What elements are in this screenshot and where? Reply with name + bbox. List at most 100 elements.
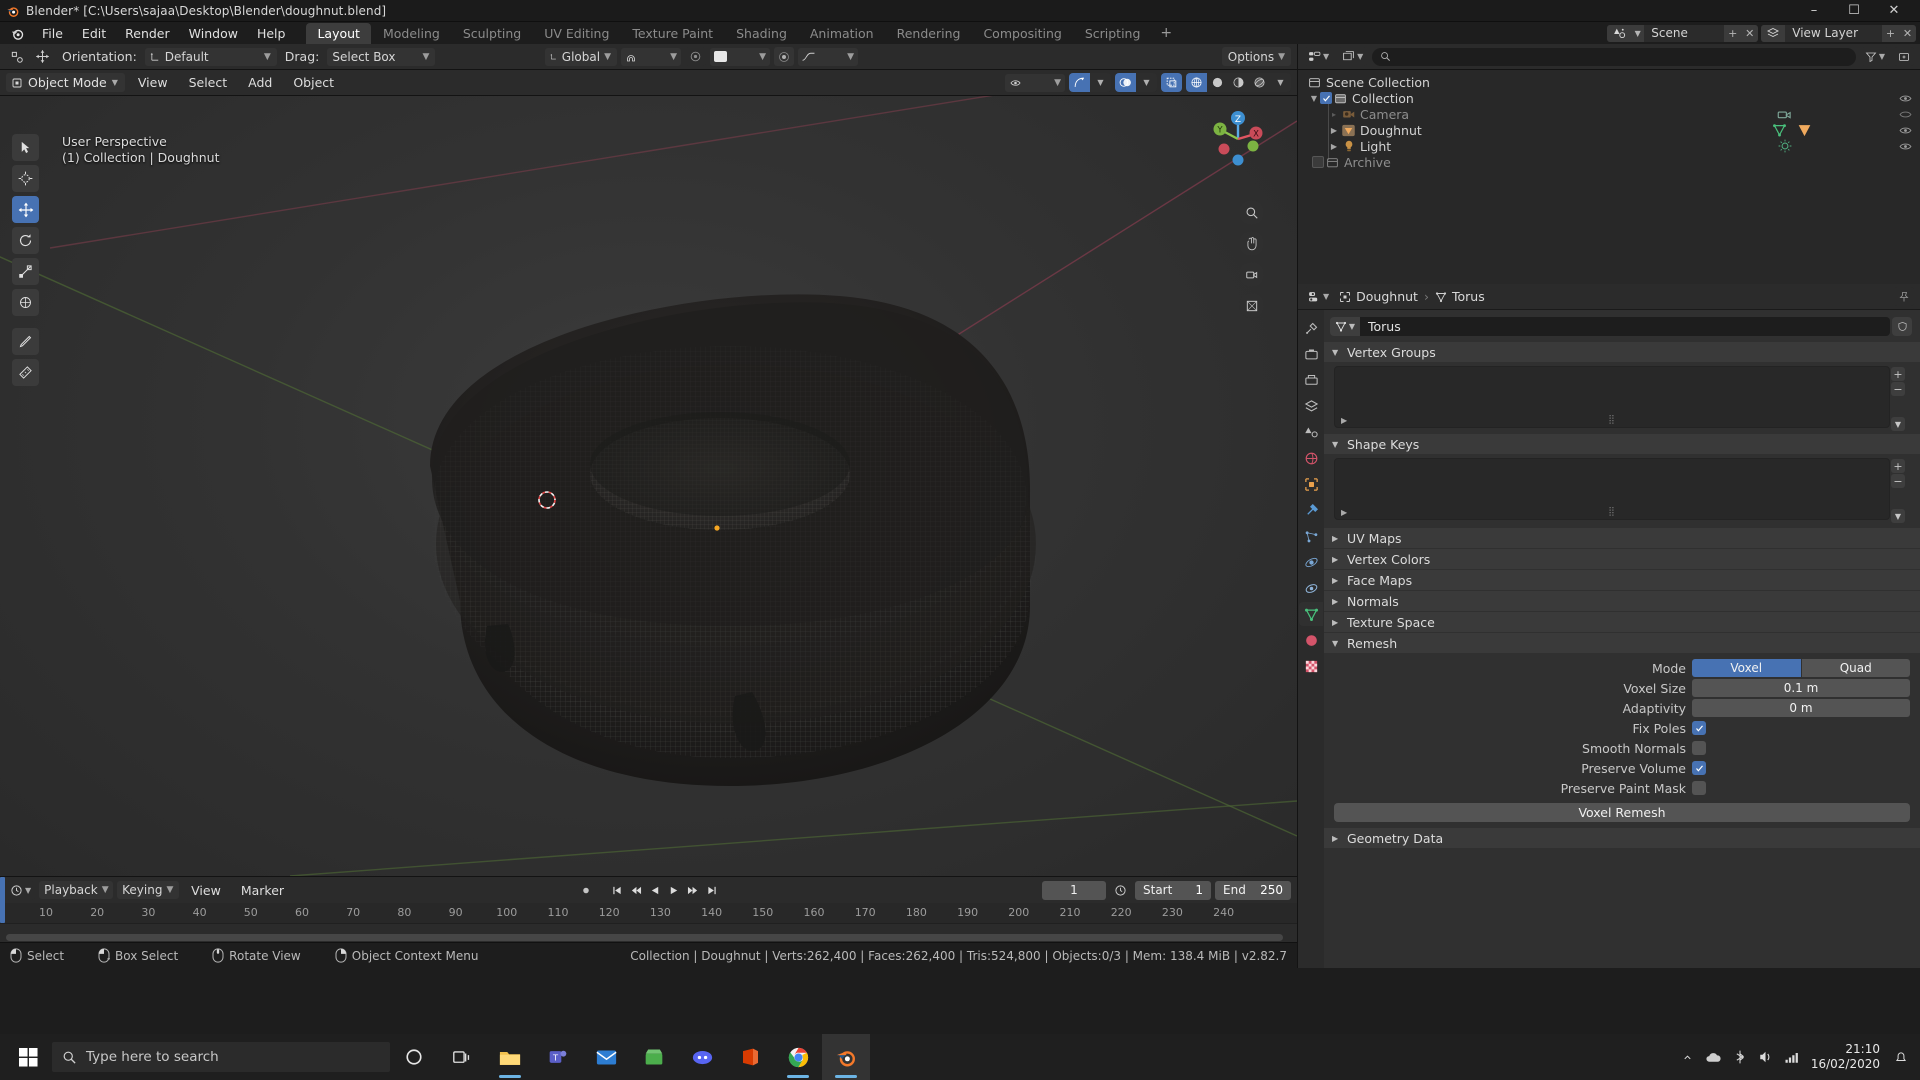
zoom-view-button[interactable] (1239, 200, 1264, 225)
tab-rendering[interactable]: Rendering (886, 23, 972, 44)
timeline-playhead[interactable] (0, 877, 5, 923)
list-gripper-icon[interactable]: ⣿ (1608, 507, 1616, 517)
blender-menu-icon[interactable] (10, 26, 25, 41)
tray-onedrive-icon[interactable] (1701, 1034, 1727, 1080)
doughnut-visibility-toggle[interactable] (1899, 125, 1912, 136)
panel-texture-space[interactable]: ▶ Texture Space (1324, 612, 1920, 632)
orientation-dropdown[interactable]: Default ▼ (144, 47, 277, 66)
preserve-volume-checkbox[interactable] (1692, 761, 1706, 775)
options-button[interactable]: Options ▼ (1221, 47, 1291, 66)
tab-physics[interactable] (1299, 550, 1323, 574)
outliner-row-collection[interactable]: ▼ Collection (1298, 90, 1920, 106)
current-frame-field[interactable]: 1 (1042, 880, 1106, 900)
preserve-paint-mask-checkbox[interactable] (1692, 781, 1706, 795)
tab-shading[interactable]: Shading (725, 23, 798, 44)
camera-visibility-toggle[interactable] (1899, 109, 1912, 120)
toggle-camera-view-button[interactable] (1239, 262, 1264, 287)
viewport-menu-object[interactable]: Object (285, 73, 342, 92)
taskbar-office-button[interactable] (726, 1034, 774, 1080)
navigation-gizmo[interactable]: Z Y X (1207, 108, 1269, 170)
voxel-remesh-button[interactable]: Voxel Remesh (1334, 803, 1910, 822)
remove-shape-key-button[interactable]: − (1891, 474, 1905, 488)
archive-checkbox[interactable] (1312, 156, 1324, 168)
tab-texture-paint[interactable]: Texture Paint (621, 23, 724, 44)
outliner-new-collection-icon[interactable] (1894, 47, 1914, 66)
adaptivity-field[interactable]: 0 m (1692, 699, 1910, 717)
overlays-dropdown[interactable]: ▼ (1136, 73, 1157, 92)
viewport-menu-view[interactable]: View (130, 73, 176, 92)
tab-world[interactable] (1299, 446, 1323, 470)
tab-modifiers[interactable] (1299, 498, 1323, 522)
tab-scene[interactable] (1299, 420, 1323, 444)
outliner-row-camera[interactable]: ▸ Camera (1298, 106, 1920, 122)
eye-icon[interactable] (1899, 125, 1912, 136)
jump-to-start-button[interactable] (608, 881, 625, 900)
auto-keying-button[interactable] (577, 881, 594, 900)
play-reverse-button[interactable] (646, 881, 663, 900)
timeline-scrollbar[interactable] (6, 934, 1283, 941)
smooth-normals-checkbox[interactable] (1692, 741, 1706, 755)
new-view-layer-button[interactable]: + (1882, 24, 1899, 42)
window-close-button[interactable]: ✕ (1874, 0, 1914, 22)
remesh-mode-quad-button[interactable]: Quad (1801, 659, 1910, 677)
mesh-datablock-name-field[interactable]: Torus (1360, 317, 1890, 336)
outliner-row-doughnut[interactable]: ▶ Doughnut (1298, 122, 1920, 138)
breadcrumb-object[interactable]: Doughnut (1339, 289, 1418, 304)
tool-cursor[interactable] (12, 165, 39, 192)
fix-poles-checkbox[interactable] (1692, 721, 1706, 735)
tool-settings-icon[interactable] (6, 47, 28, 66)
tool-annotate[interactable] (12, 328, 39, 355)
start-button[interactable] (4, 1034, 52, 1080)
wireframe-shading-button[interactable] (1186, 73, 1207, 92)
tab-compositing[interactable]: Compositing (972, 23, 1072, 44)
light-data-icon[interactable] (1778, 139, 1792, 153)
move-view-button[interactable] (1239, 231, 1264, 256)
mesh-triangle-icon[interactable] (1797, 123, 1812, 137)
tool-select-box[interactable] (12, 134, 39, 161)
remove-vertex-group-button[interactable]: − (1891, 382, 1905, 396)
falloff-dropdown[interactable]: ▼ (710, 47, 770, 66)
mode-selector[interactable]: Object Mode ▼ (6, 73, 125, 92)
tab-output[interactable] (1299, 368, 1323, 392)
timeline-menu-marker[interactable]: Marker (233, 881, 292, 900)
shading-dropdown[interactable]: ▼ (1270, 73, 1291, 92)
visibility-dropdown[interactable]: ▼ (1005, 73, 1065, 92)
curve-falloff-dropdown[interactable]: ▼ (798, 47, 858, 66)
tray-volume-icon[interactable] (1753, 1034, 1779, 1080)
tool-measure[interactable] (12, 359, 39, 386)
tab-constraints[interactable] (1299, 576, 1323, 600)
timeline-menu-view[interactable]: View (183, 881, 229, 900)
list-gripper-icon[interactable]: ⣿ (1608, 415, 1616, 425)
outliner-filter-icon[interactable]: ▼ (1860, 47, 1889, 66)
shape-key-specials-button[interactable]: ▼ (1891, 509, 1905, 523)
menu-edit[interactable]: Edit (73, 24, 115, 43)
tab-object[interactable] (1299, 472, 1323, 496)
panel-geometry-data[interactable]: ▶ Geometry Data (1324, 828, 1920, 848)
add-vertex-group-button[interactable]: + (1891, 367, 1905, 381)
editor-type-icon[interactable]: ▼ (6, 880, 36, 900)
timeline-track[interactable] (0, 923, 1297, 942)
view-layer-name[interactable]: View Layer (1785, 24, 1882, 42)
tab-tool[interactable] (1299, 316, 1323, 340)
taskbar-mail-button[interactable] (582, 1034, 630, 1080)
outliner-editor-type-icon[interactable]: ▼ (1304, 47, 1334, 66)
taskbar-notifications-button[interactable] (1890, 1034, 1912, 1080)
tool-rotate[interactable] (12, 227, 39, 254)
play-button[interactable] (665, 881, 682, 900)
tool-move[interactable] (12, 196, 39, 223)
material-preview-button[interactable] (1228, 73, 1249, 92)
window-maximize-button[interactable]: ☐ (1834, 0, 1874, 22)
toggle-orthographic-button[interactable] (1239, 293, 1264, 318)
solid-shading-button[interactable] (1207, 73, 1228, 92)
start-frame-field[interactable]: Start 1 (1135, 880, 1211, 900)
vertex-groups-list[interactable]: ▶ ⣿ + − ▼ (1334, 366, 1905, 431)
timeline-ruler[interactable]: 10 20 30 40 50 60 70 80 90 100 110 120 130 140 150 160 1… (0, 903, 1297, 923)
panel-shape-keys[interactable]: ▼ Shape Keys (1324, 434, 1920, 454)
eye-icon[interactable] (1899, 93, 1912, 104)
shape-keys-list[interactable]: ▶ ⣿ + − ▼ (1334, 458, 1905, 523)
outliner-display-mode-icon[interactable]: ▼ (1338, 47, 1368, 66)
taskbar-discord-button[interactable] (678, 1034, 726, 1080)
delete-scene-button[interactable]: ✕ (1741, 24, 1759, 42)
show-overlays-button[interactable] (1115, 73, 1136, 92)
tab-animation[interactable]: Animation (799, 23, 885, 44)
